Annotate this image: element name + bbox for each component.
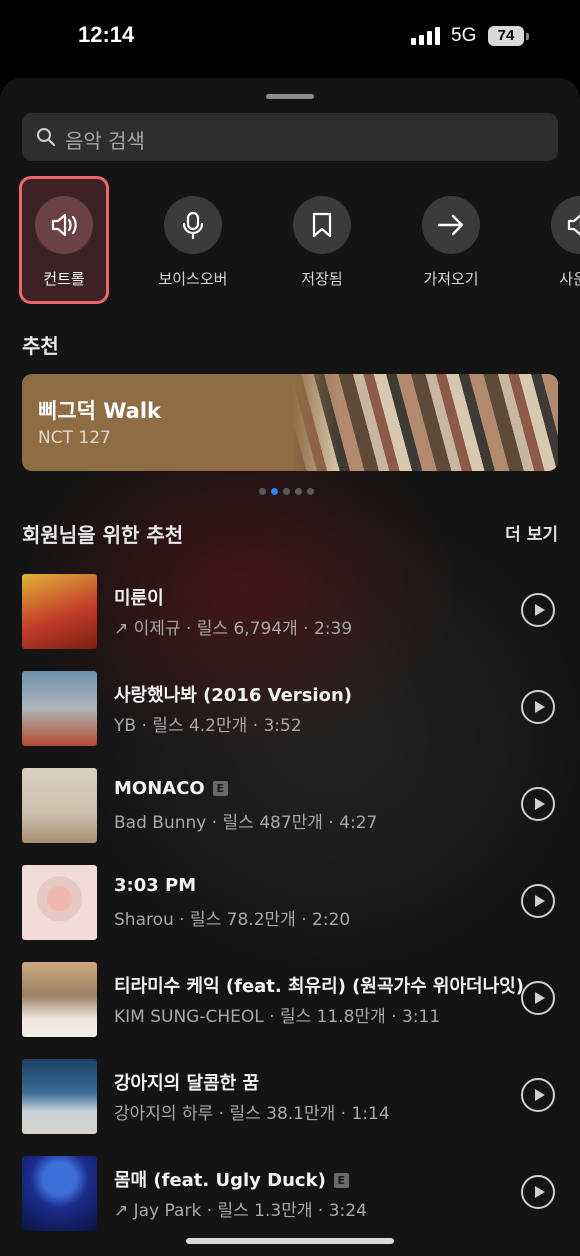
track-row[interactable]: 티라미수 케익 (feat. 최유리) (원곡가수 위아더나잇) KIM SUN…: [0, 962, 580, 1042]
track-title-text: MONACO: [114, 778, 205, 799]
album-art: [22, 768, 97, 843]
track-title: 몸매 (feat. Ugly Duck) E: [114, 1166, 349, 1192]
see-more-link[interactable]: 더 보기: [505, 520, 558, 545]
microphone-icon: [164, 196, 222, 254]
album-art: [22, 574, 97, 649]
banner-artist: NCT 127: [38, 428, 111, 448]
play-button[interactable]: [521, 593, 555, 627]
import-label: 가져오기: [423, 270, 479, 288]
search-input[interactable]: 음악 검색: [22, 113, 558, 161]
page-dot-active: [271, 488, 278, 495]
track-title: 티라미수 케익 (feat. 최유리) (원곡가수 위아더나잇): [114, 976, 524, 997]
track-meta: Sharou · 릴스 78.2만개 · 2:20: [114, 910, 351, 930]
track-title: 미룬이: [114, 588, 164, 609]
track-meta: 강아지의 하루 · 릴스 38.1만개 · 1:14: [114, 1104, 390, 1124]
track-meta: YB · 릴스 4.2만개 · 3:52: [114, 716, 302, 736]
album-art: [22, 962, 97, 1037]
play-button[interactable]: [521, 981, 555, 1015]
album-art: [22, 1059, 97, 1134]
explicit-badge: E: [333, 1173, 349, 1188]
search-placeholder: 음악 검색: [65, 129, 145, 153]
featured-banner[interactable]: 삐그덕 Walk NCT 127: [22, 374, 558, 471]
saved-button[interactable]: 저장됨: [277, 176, 367, 306]
track-row[interactable]: 3:03 PM Sharou · 릴스 78.2만개 · 2:20: [0, 865, 580, 945]
page-dot: [259, 488, 266, 495]
banner-image: [292, 374, 558, 471]
sound-label: 사운드: [559, 270, 580, 288]
album-art: [22, 865, 97, 940]
network-type: 5G: [451, 25, 477, 46]
play-button[interactable]: [521, 1175, 555, 1209]
track-title: MONACO E: [114, 778, 228, 799]
bookmark-icon: [293, 196, 351, 254]
track-row[interactable]: 강아지의 달콤한 꿈 강아지의 하루 · 릴스 38.1만개 · 1:14: [0, 1059, 580, 1139]
track-meta: KIM SUNG-CHEOL · 릴스 11.8만개 · 3:11: [114, 1007, 441, 1027]
speaker-icon: [551, 196, 580, 254]
sound-button[interactable]: 사운드: [535, 176, 580, 306]
track-title: 강아지의 달콤한 꿈: [114, 1073, 260, 1094]
track-meta: ↗ 이제규 · 릴스 6,794개 · 2:39: [114, 619, 353, 639]
page-dot: [307, 488, 314, 495]
page-dot: [295, 488, 302, 495]
music-sheet: 음악 검색 컨트롤 보이스오버 저장됨 가져오기 사 추천 삐그덕 Walk N…: [0, 78, 580, 1256]
battery-icon: 74: [488, 26, 529, 46]
play-button[interactable]: [521, 787, 555, 821]
voiceover-button[interactable]: 보이스오버: [148, 176, 238, 306]
track-row[interactable]: MONACO E Bad Bunny · 릴스 487만개 · 4:27: [0, 768, 580, 848]
track-title: 3:03 PM: [114, 875, 197, 896]
search-icon: [37, 128, 56, 147]
album-art: [22, 1156, 97, 1231]
track-row[interactable]: 사랑했나봐 (2016 Version) YB · 릴스 4.2만개 · 3:5…: [0, 671, 580, 751]
page-dot: [283, 488, 290, 495]
carousel-indicator: [259, 488, 314, 495]
arrow-right-icon: [422, 196, 480, 254]
track-title: 사랑했나봐 (2016 Version): [114, 685, 352, 706]
status-bar: 12:14 5G 74: [0, 0, 580, 78]
action-row: 컨트롤 보이스오버 저장됨 가져오기 사운드: [0, 176, 580, 306]
for-you-title: 회원님을 위한 추천: [22, 523, 184, 547]
play-button[interactable]: [521, 690, 555, 724]
voiceover-label: 보이스오버: [158, 270, 228, 288]
track-meta: Bad Bunny · 릴스 487만개 · 4:27: [114, 813, 378, 833]
track-row[interactable]: 미룬이 ↗ 이제규 · 릴스 6,794개 · 2:39: [0, 574, 580, 654]
play-button[interactable]: [521, 884, 555, 918]
speaker-icon: [35, 196, 93, 254]
play-button[interactable]: [521, 1078, 555, 1112]
explicit-badge: E: [212, 781, 228, 796]
controls-button[interactable]: 컨트롤: [19, 176, 109, 304]
banner-song-title: 삐그덕 Walk: [38, 399, 162, 423]
album-art: [22, 671, 97, 746]
controls-label: 컨트롤: [43, 270, 85, 288]
sheet-grabber[interactable]: [266, 94, 314, 99]
track-title-text: 몸매 (feat. Ugly Duck): [114, 1170, 326, 1191]
status-time: 12:14: [78, 22, 135, 47]
signal-icon: [411, 27, 441, 45]
saved-label: 저장됨: [301, 270, 343, 288]
track-meta: ↗ Jay Park · 릴스 1.3만개 · 3:24: [114, 1201, 367, 1221]
recommended-title: 추천: [22, 334, 59, 358]
import-button[interactable]: 가져오기: [406, 176, 496, 306]
home-indicator[interactable]: [186, 1238, 394, 1244]
track-row[interactable]: 몸매 (feat. Ugly Duck) E ↗ Jay Park · 릴스 1.…: [0, 1156, 580, 1236]
